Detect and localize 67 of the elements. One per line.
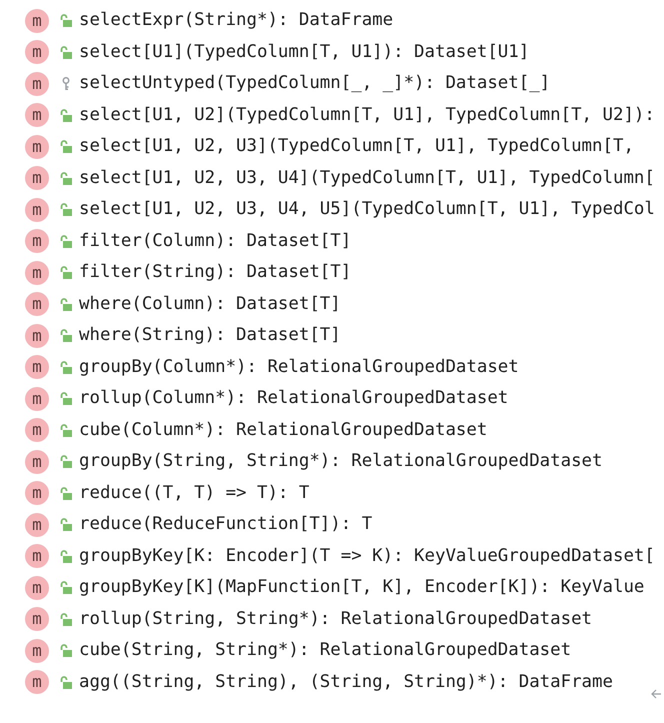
method-signature[interactable]: selectUntyped(TypedColumn[_, _]*): Dataset[_] [79,75,550,92]
method-signature[interactable]: reduce(ReduceFunction[T]): T [79,516,372,534]
method-icon: m [25,324,49,348]
unlocked-padlock-icon [60,455,72,468]
method-icon: m [25,198,49,222]
method-icon: m [25,544,49,568]
method-signature[interactable]: filter(Column): Dataset[T] [79,232,352,250]
unlocked-padlock-icon [60,172,72,185]
method-signature[interactable]: filter(String): Dataset[T] [79,264,352,282]
method-icon: m [25,670,49,694]
unlocked-padlock-icon [60,612,72,626]
unlocked-padlock-icon [60,581,72,594]
method-signature[interactable]: groupByKey[K: Encoder](T => K): KeyValueGroupedDataset[ [79,548,655,565]
method-icon: m [25,40,49,64]
method-icon: m [25,386,49,411]
method-signature[interactable]: agg((String, String), (String, String)*): DataFrame [79,674,613,691]
unlocked-padlock-icon [60,234,72,248]
method-icon: m [25,355,49,380]
method-signature[interactable]: groupBy(Column*): RelationalGroupedDataset [79,358,519,376]
unlocked-padlock-icon [60,140,72,154]
method-icon: m [25,103,49,128]
unlocked-padlock-icon [60,108,72,122]
method-icon: m [25,450,49,474]
method-icon: m [25,8,49,33]
method-icon: m [25,72,49,96]
left-arrow-icon[interactable] [651,689,662,699]
unlocked-padlock-icon [60,329,72,342]
method-icon: m [25,418,49,442]
method-icon: m [25,229,49,254]
unlocked-padlock-icon [60,676,72,689]
method-icon: m [25,607,49,632]
method-signature[interactable]: where(String): Dataset[T] [79,327,341,344]
unlocked-padlock-icon [60,518,72,532]
unlocked-padlock-icon [60,46,72,59]
unlocked-padlock-icon [60,298,72,311]
unlocked-padlock-icon [60,392,72,406]
method-signature[interactable]: selectExpr(String*): DataFrame [79,12,394,30]
method-signature[interactable]: select[U1, U2, U3, U4](TypedColumn[T, U1], TypedColumn[ [79,170,655,187]
method-signature[interactable]: cube(Column*): RelationalGroupedDataset [79,422,488,439]
method-icon: m [25,576,49,600]
method-icon: m [25,260,49,285]
unlocked-padlock-icon [60,266,72,280]
method-icon: m [25,512,49,537]
unlocked-padlock-icon [60,550,72,563]
method-icon: m [25,481,49,506]
unlocked-padlock-icon [60,14,72,28]
unlocked-padlock-icon [60,360,72,374]
key-icon [62,76,70,91]
method-signature[interactable]: select[U1, U2, U3, U4, U5](TypedColumn[T, U1], TypedCol [79,201,655,218]
method-signature[interactable]: rollup(Column*): RelationalGroupedDataset [79,390,508,408]
method-icon: m [25,292,49,316]
method-signature[interactable]: groupBy(String, String*): RelationalGroupedDataset [79,453,603,470]
unlocked-padlock-icon [60,203,72,216]
method-signature[interactable]: rollup(String, String*): RelationalGroupedDataset [79,610,592,628]
method-icon: m [25,638,49,663]
method-signature[interactable]: select[U1](TypedColumn[T, U1]): Dataset[U1] [79,44,530,61]
method-icon: m [25,166,49,190]
method-signature[interactable]: where(Column): Dataset[T] [79,296,341,313]
unlocked-padlock-icon [60,424,72,437]
method-signature[interactable]: groupByKey[K](MapFunction[T, K], Encoder[K]): KeyValue [79,579,644,596]
method-signature[interactable]: select[U1, U2, U3](TypedColumn[T, U1], TypedColumn[T, [79,138,634,156]
method-signature[interactable]: cube(String, String*): RelationalGroupedDataset [79,642,572,660]
method-signature[interactable]: select[U1, U2](TypedColumn[T, U1], TypedColumn[T, U2]): [79,106,655,124]
unlocked-padlock-icon [60,644,72,658]
method-signature[interactable]: reduce((T, T) => T): T [79,484,310,502]
method-icon: m [25,134,49,159]
unlocked-padlock-icon [60,486,72,500]
